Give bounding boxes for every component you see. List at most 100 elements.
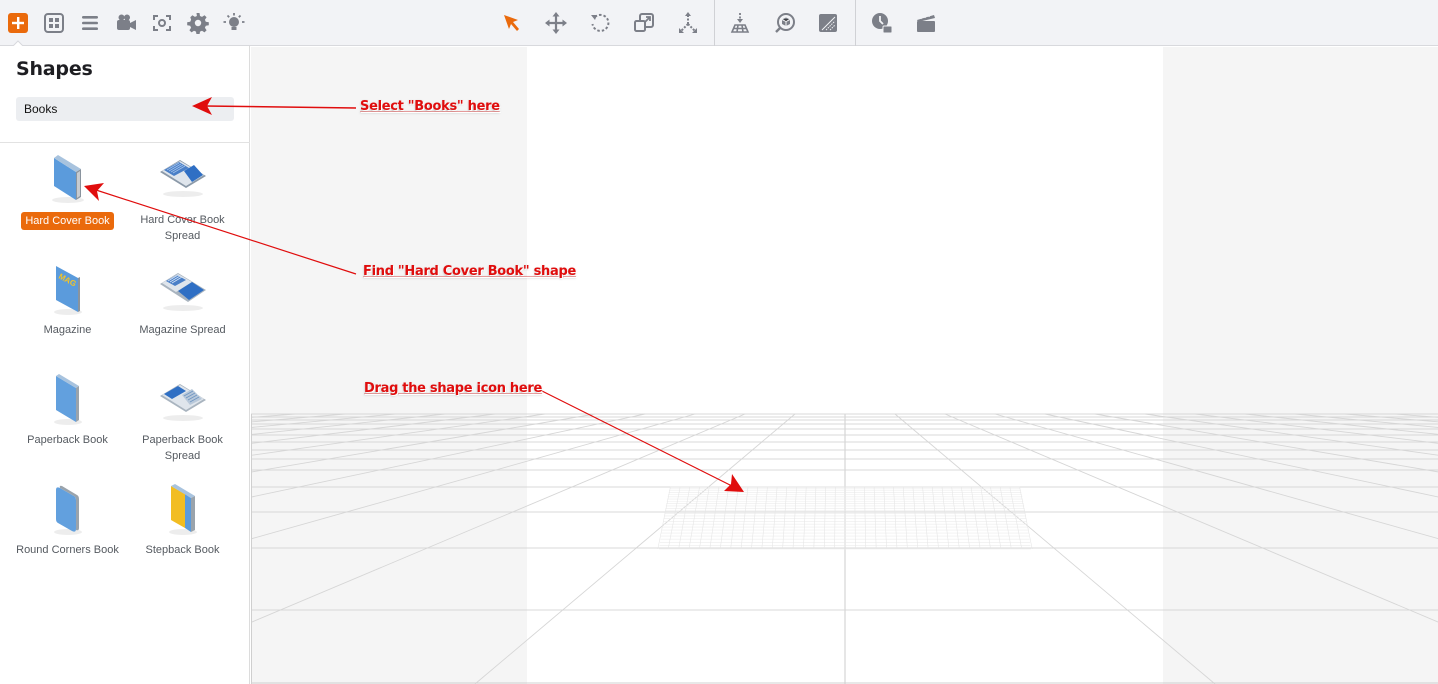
grid-line xyxy=(803,486,807,550)
grid-line xyxy=(961,486,971,550)
grid-line xyxy=(251,413,696,540)
grid-line xyxy=(678,486,691,550)
annotation-find-shape: Find "Hard Cover Book" shape xyxy=(363,264,576,279)
grid-line xyxy=(719,486,729,550)
grid-line xyxy=(823,486,826,550)
move-icon xyxy=(545,12,567,34)
grid-line xyxy=(1344,413,1438,423)
grid-line xyxy=(699,486,710,550)
grid-line xyxy=(994,413,1438,540)
shape-label: Hard Cover Book Spread xyxy=(140,214,225,242)
grid-line xyxy=(922,486,929,550)
grid-line xyxy=(864,486,867,550)
grid-line xyxy=(740,486,749,550)
grid-line xyxy=(1009,486,1023,550)
magazine-spread-icon xyxy=(159,273,206,311)
templates-button[interactable] xyxy=(41,10,67,36)
scale-tool-button[interactable] xyxy=(631,10,657,36)
grid-line xyxy=(1019,486,1033,550)
annotation-drag-here: Drag the shape icon here xyxy=(364,381,543,396)
shape-label: Paperback Book Spread xyxy=(142,434,223,462)
explode-icon xyxy=(679,12,697,33)
lighting-button[interactable] xyxy=(221,10,247,36)
shape-magazine-spread[interactable]: Magazine Spread xyxy=(125,262,240,338)
video-camera-icon xyxy=(117,14,136,30)
camera-button[interactable] xyxy=(113,10,139,36)
grid-line xyxy=(883,486,887,550)
shape-magazine[interactable]: MAG Magazine xyxy=(10,262,125,338)
grid-line xyxy=(1244,413,1438,435)
hard-cover-book-icon xyxy=(51,155,84,203)
toolbar-separator xyxy=(714,0,715,46)
bulb-icon xyxy=(223,13,245,30)
select-tool-button[interactable] xyxy=(499,10,525,36)
grid-line xyxy=(657,486,671,550)
grid-line xyxy=(932,486,939,550)
grid-line xyxy=(771,486,778,550)
hard-cover-book-spread-icon xyxy=(159,160,206,197)
grid-line xyxy=(980,486,991,550)
paperback-book-icon xyxy=(53,374,82,425)
material-button[interactable] xyxy=(815,10,841,36)
settings-button[interactable] xyxy=(185,10,211,36)
grid-line xyxy=(902,486,908,550)
category-select[interactable]: Books xyxy=(16,97,234,121)
shape-label: Hard Cover Book xyxy=(21,212,114,230)
shape-label: Magazine xyxy=(43,324,92,336)
rotate-tool-button[interactable] xyxy=(587,10,613,36)
rotate-icon xyxy=(591,13,610,32)
grid-line xyxy=(251,413,646,498)
drop-to-floor-button[interactable] xyxy=(727,10,753,36)
timing-button[interactable] xyxy=(869,10,895,36)
snapshot-button[interactable] xyxy=(149,10,175,36)
grid-line xyxy=(912,486,919,550)
scene-canvas[interactable] xyxy=(251,47,1438,684)
drop-floor-icon xyxy=(730,13,750,33)
toolbar-separator xyxy=(855,0,856,46)
shape-paperback-book-spread[interactable]: Paperback Book Spread xyxy=(125,372,240,464)
grid-line xyxy=(251,413,396,428)
animation-button[interactable] xyxy=(913,10,939,36)
grid-line xyxy=(970,486,981,550)
shape-label: Stepback Book xyxy=(145,544,220,556)
grid-line xyxy=(782,486,788,550)
grid-line xyxy=(792,486,797,550)
shape-hard-cover-book-spread[interactable]: Hard Cover Book Spread xyxy=(125,152,240,244)
magazine-icon: MAG xyxy=(53,266,82,315)
shape-label: Magazine Spread xyxy=(139,324,226,336)
cursor-arrow-icon xyxy=(504,15,519,31)
paperback-book-spread-icon xyxy=(159,384,206,421)
panel-title: Shapes xyxy=(16,58,93,80)
grid-line xyxy=(999,486,1012,550)
move-tool-button[interactable] xyxy=(543,10,569,36)
grid-line xyxy=(990,486,1002,550)
view-object-button[interactable] xyxy=(772,10,798,36)
grid-line xyxy=(854,486,856,550)
grid-line xyxy=(951,486,960,550)
clock-icon xyxy=(872,13,893,34)
grid-line xyxy=(761,486,768,550)
grid-line xyxy=(893,486,898,550)
annotation-select-books: Select "Books" here xyxy=(360,99,500,114)
panel-divider xyxy=(0,142,250,143)
gear-icon xyxy=(187,13,209,34)
plus-square-icon xyxy=(8,13,28,33)
search-cube-icon xyxy=(775,13,795,33)
shape-paperback-book[interactable]: Paperback Book xyxy=(10,372,125,448)
grid-line xyxy=(251,413,496,444)
grid-line xyxy=(1294,413,1438,428)
add-shape-button[interactable] xyxy=(5,10,31,36)
grid-line xyxy=(251,413,596,473)
grid-line xyxy=(751,486,758,550)
shape-hard-cover-book[interactable]: Hard Cover Book xyxy=(10,152,125,230)
grid-line xyxy=(730,486,739,550)
shape-stepback-book[interactable]: Stepback Book xyxy=(125,482,240,558)
layers-button[interactable] xyxy=(77,10,103,36)
grid-line xyxy=(834,486,836,550)
shape-label: Paperback Book xyxy=(27,434,108,446)
grid-line xyxy=(1194,413,1438,444)
shape-round-corners-book[interactable]: Round Corners Book xyxy=(10,482,125,558)
grid-line xyxy=(813,486,817,550)
grid-line xyxy=(251,413,446,435)
explode-tool-button[interactable] xyxy=(675,10,701,36)
